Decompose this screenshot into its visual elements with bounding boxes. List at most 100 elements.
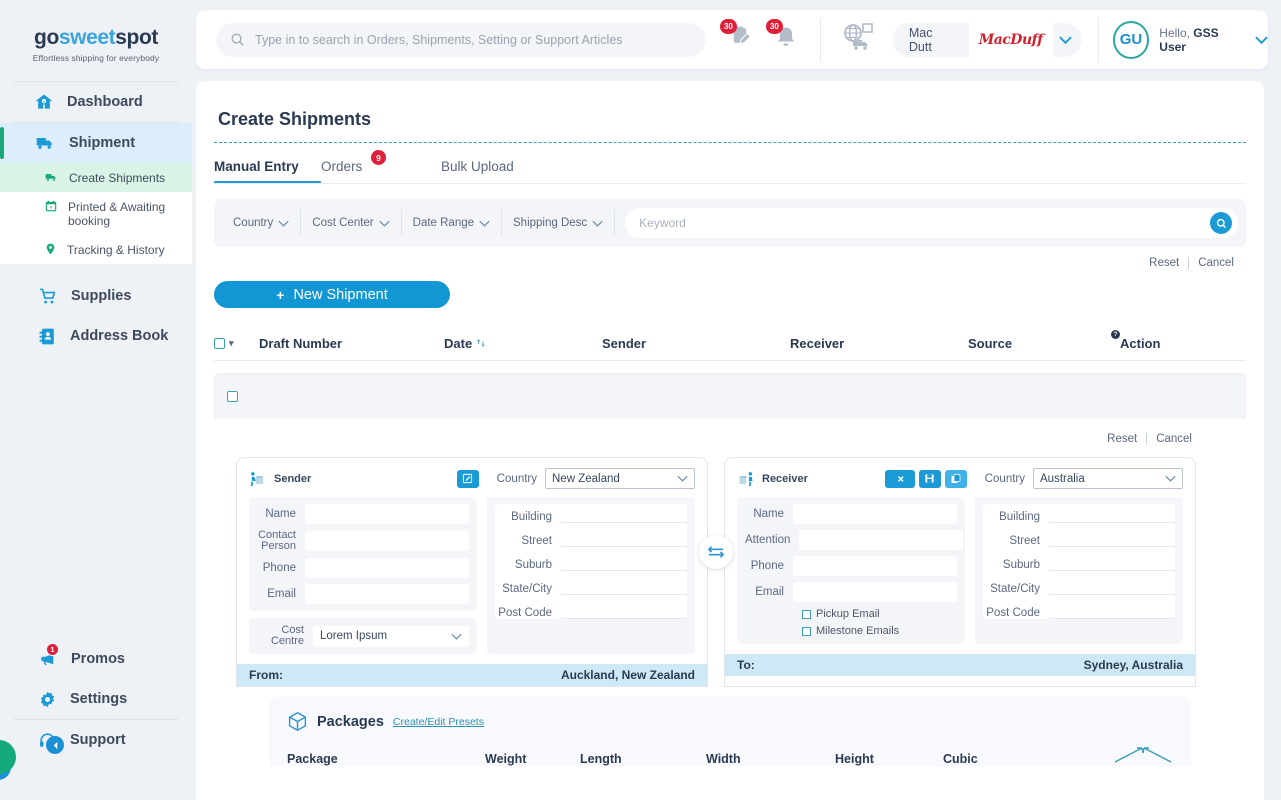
sidebar-item-support[interactable]: Support xyxy=(0,720,192,760)
receiver-street-input[interactable] xyxy=(1049,528,1175,547)
pickup-email-checkbox[interactable] xyxy=(802,609,811,619)
receiver-state-city-input[interactable] xyxy=(1049,576,1175,595)
sidebar-item-tracking-history[interactable]: Tracking & History xyxy=(0,235,192,264)
new-shipment-button[interactable]: + New Shipment xyxy=(214,281,450,308)
bell-badge: 30 xyxy=(765,18,783,34)
sender-contact-person-input[interactable] xyxy=(305,531,469,551)
sender-email-row: Email xyxy=(257,584,469,604)
receiver-attention-input[interactable] xyxy=(799,530,964,550)
form-reset-link[interactable]: Reset xyxy=(1107,433,1137,445)
sort-icon[interactable] xyxy=(476,336,486,351)
sender-building-input[interactable] xyxy=(561,504,687,523)
main-content: Create Shipments Manual Entry Orders 9 B… xyxy=(196,81,1264,800)
keyword-search[interactable] xyxy=(625,208,1238,238)
sender-state-city-input[interactable] xyxy=(561,576,687,595)
receiver-name-input[interactable] xyxy=(793,504,957,524)
column-date-label: Date xyxy=(444,336,473,351)
milestone-emails-checkbox[interactable] xyxy=(802,626,811,636)
receiver-email-input[interactable] xyxy=(793,582,957,602)
account-logo-cell: MacDuff xyxy=(968,22,1053,57)
row-checkbox[interactable] xyxy=(227,391,238,402)
topbar-icons: 30 30 xyxy=(719,18,798,55)
filter-cost-center[interactable]: Cost Center xyxy=(301,210,402,236)
sender-header: Sender Country New Zealand xyxy=(237,458,707,493)
sender-name-input[interactable] xyxy=(305,504,469,524)
sidebar-item-address-book[interactable]: Address Book xyxy=(0,316,192,356)
column-draft-number[interactable]: Draft Number xyxy=(259,336,444,351)
column-source[interactable]: Source ? xyxy=(968,330,1120,351)
orders-notification-button[interactable]: 30 xyxy=(719,18,754,55)
tab-bulk-upload[interactable]: Bulk Upload xyxy=(441,159,561,184)
filter-date-range[interactable]: Date Range xyxy=(402,210,503,236)
filter-shipping-desc[interactable]: Shipping Desc xyxy=(502,210,616,236)
bell-notification-button[interactable]: 30 xyxy=(765,18,798,55)
to-value: Sydney, Australia xyxy=(1083,658,1183,672)
tab-label: Bulk Upload xyxy=(441,159,514,174)
sender-cost-centre-select[interactable]: Lorem Ipsum xyxy=(313,625,469,647)
sender-email-input[interactable] xyxy=(305,584,469,604)
receiver-building-input[interactable] xyxy=(1049,504,1175,523)
help-icon[interactable]: ? xyxy=(1111,330,1120,339)
tab-orders[interactable]: Orders 9 xyxy=(321,150,441,184)
sidebar-collapse-button[interactable] xyxy=(46,736,64,754)
new-shipment-label: New Shipment xyxy=(293,286,388,303)
sidebar-item-label: Settings xyxy=(70,691,128,707)
sender-post-code-input[interactable] xyxy=(561,600,687,619)
table-row[interactable] xyxy=(214,373,1246,419)
tab-label: Manual Entry xyxy=(214,159,299,174)
receiver-save-button[interactable] xyxy=(918,469,941,488)
chat-widget-blob[interactable] xyxy=(0,738,26,782)
create-edit-presets-link[interactable]: Create/Edit Presets xyxy=(393,716,484,728)
sidebar-item-settings[interactable]: Settings xyxy=(0,679,192,719)
sidebar-submenu: Create Shipments ✕ Printed & Awaiting bo… xyxy=(0,163,192,264)
receiver-phone-input[interactable] xyxy=(793,556,957,576)
column-receiver[interactable]: Receiver xyxy=(790,336,968,351)
receiver-contact-fields: Name Attention Phone Email Pickup Email … xyxy=(737,497,965,644)
filter-country[interactable]: Country xyxy=(222,210,302,236)
sender-phone-input[interactable] xyxy=(305,558,469,578)
receiver-copy-button[interactable] xyxy=(944,469,967,488)
sidebar-item-printed-awaiting[interactable]: ✕ Printed & Awaiting booking xyxy=(0,192,192,235)
receiver-suburb-input[interactable] xyxy=(1049,552,1175,571)
sidebar-item-create-shipments[interactable]: Create Shipments xyxy=(0,163,192,192)
receiver-post-code-input[interactable] xyxy=(1049,600,1175,619)
column-date[interactable]: Date xyxy=(444,336,602,351)
chevron-down-icon xyxy=(479,220,490,227)
sender-street-input[interactable] xyxy=(561,528,687,547)
user-menu[interactable]: GU Hello, GSS User xyxy=(1097,17,1268,62)
column-sender[interactable]: Sender xyxy=(602,336,790,351)
chevron-down-icon[interactable]: ▾ xyxy=(229,338,234,349)
international-shipping-button[interactable] xyxy=(841,22,875,57)
sender-country-select[interactable]: New Zealand xyxy=(545,468,695,489)
receiver-clear-button[interactable] xyxy=(884,469,915,488)
sender-edit-button[interactable] xyxy=(456,469,479,488)
keyword-search-button[interactable] xyxy=(1210,212,1232,234)
receiver-state-city-label: State/City xyxy=(990,583,1040,595)
sidebar-item-shipment[interactable]: Shipment xyxy=(0,123,192,163)
global-search[interactable] xyxy=(216,22,706,57)
receiver-country-select[interactable]: Australia xyxy=(1033,468,1183,489)
sidebar-item-dashboard[interactable]: $ Dashboard xyxy=(0,82,192,122)
sidebar-item-promos[interactable]: 1 Promos xyxy=(0,639,192,679)
receiver-phone-row: Phone xyxy=(745,556,957,576)
collapse-arrows-icon[interactable] xyxy=(1113,744,1173,769)
swap-sender-receiver-button[interactable] xyxy=(699,535,733,569)
form-cancel-link[interactable]: Cancel xyxy=(1156,433,1192,445)
sender-suburb-input[interactable] xyxy=(561,552,687,571)
home-icon: $ xyxy=(34,92,54,112)
sender-name-label: Name xyxy=(265,508,296,520)
package-column-package: Package xyxy=(287,752,338,766)
filter-actions: Reset Cancel xyxy=(196,247,1264,269)
tab-manual-entry[interactable]: Manual Entry xyxy=(214,159,321,184)
filter-reset-link[interactable]: Reset xyxy=(1149,257,1179,269)
box-icon xyxy=(287,711,308,732)
select-all-cell[interactable]: ▾ xyxy=(214,338,259,349)
select-all-checkbox[interactable] xyxy=(214,338,225,349)
account-switcher[interactable]: Mac Dutt MacDuff xyxy=(892,22,1082,57)
search-input[interactable] xyxy=(255,32,692,47)
receiver-email-label: Email xyxy=(755,586,784,598)
sidebar-item-label: Address Book xyxy=(70,328,169,344)
sidebar-item-supplies[interactable]: Supplies xyxy=(0,276,192,316)
keyword-input[interactable] xyxy=(639,216,1224,230)
filter-cancel-link[interactable]: Cancel xyxy=(1198,257,1234,269)
